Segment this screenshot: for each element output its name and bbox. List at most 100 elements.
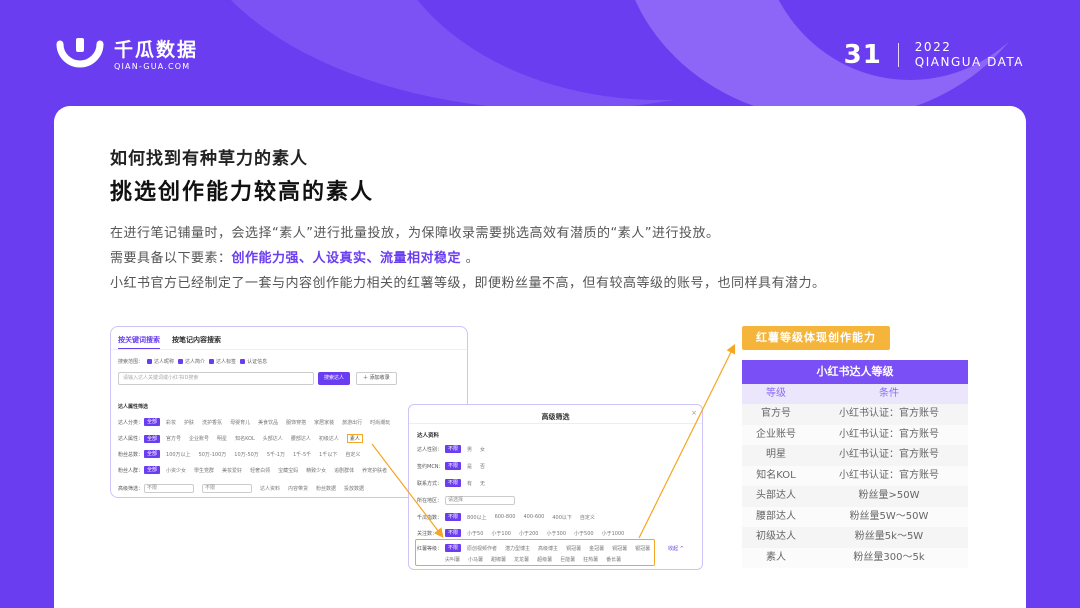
- filter-all-pill[interactable]: 全部: [144, 434, 161, 443]
- filter-option[interactable]: 巨能薯: [560, 556, 575, 563]
- filter-option[interactable]: 金冠薯: [589, 545, 604, 552]
- filter-option[interactable]: 600-800: [495, 514, 516, 520]
- filter-option[interactable]: 女: [480, 446, 485, 453]
- filter-option[interactable]: 10万-50万: [234, 451, 259, 458]
- filter-option[interactable]: 自定义: [345, 451, 360, 458]
- tab-note-search[interactable]: 按笔记内容搜索: [172, 335, 221, 349]
- filter-all-pill[interactable]: 不限: [445, 479, 462, 487]
- filter-option[interactable]: 彩妆: [166, 419, 176, 426]
- gender-filter-row: 达人性别： 不限 男 女: [417, 445, 493, 453]
- filter-all-pill[interactable]: 全部: [144, 466, 161, 474]
- select-dropdown[interactable]: 不限: [202, 484, 252, 493]
- follow-filter-row: 关注数： 不限 小于50 小于100 小于200 小于300 小于500 小于1…: [417, 529, 632, 537]
- filter-option[interactable]: 精致少女: [306, 467, 326, 474]
- filter-option[interactable]: 是: [467, 463, 472, 470]
- filter-option[interactable]: 轻奢白领: [250, 467, 270, 474]
- filter-label: 粉丝人群：: [118, 467, 144, 474]
- select-dropdown[interactable]: 不限: [144, 484, 194, 493]
- filter-option[interactable]: 洗护香氛: [202, 419, 222, 426]
- filter-option-suren-highlighted[interactable]: 素人: [346, 434, 363, 443]
- advanced-link[interactable]: 内容带货: [288, 485, 308, 492]
- filter-option[interactable]: 100万以上: [166, 451, 191, 458]
- filter-all-pill[interactable]: 不限: [445, 445, 462, 453]
- checkbox-icon[interactable]: [209, 359, 215, 364]
- filter-option[interactable]: 男: [467, 446, 472, 453]
- filter-option[interactable]: 1千以下: [319, 451, 337, 458]
- filter-option[interactable]: 小于500: [574, 530, 594, 537]
- filter-option[interactable]: 5千-1万: [267, 451, 285, 458]
- filter-option[interactable]: 高级博主: [538, 545, 558, 552]
- filter-all-pill[interactable]: 全部: [144, 418, 161, 426]
- filter-all-pill[interactable]: 不限: [445, 544, 462, 552]
- filter-option[interactable]: 家居家装: [314, 419, 334, 426]
- advanced-link[interactable]: 投放数据: [344, 485, 364, 492]
- filter-option[interactable]: 明星: [217, 435, 227, 442]
- search-input[interactable]: 请输入达人关键词或小红书ID搜索: [118, 372, 314, 385]
- filter-option[interactable]: 银冠薯: [635, 545, 650, 552]
- filter-option[interactable]: 养宠护肤者: [362, 467, 387, 474]
- filter-option[interactable]: 小于50: [467, 530, 483, 537]
- filter-option[interactable]: 狂热薯: [583, 556, 598, 563]
- tab-keyword-search[interactable]: 按关键词搜索: [118, 335, 160, 349]
- filter-label: 联系方式：: [417, 480, 443, 487]
- filter-option[interactable]: 超级薯: [537, 556, 552, 563]
- paragraph-2: 需要具备以下要素：创作能力强、人设真实、流量相对稳定 。: [110, 247, 479, 266]
- filter-option[interactable]: 龙龙薯: [514, 556, 529, 563]
- search-button[interactable]: 搜索达人: [318, 372, 351, 385]
- filter-option[interactable]: 护肤: [184, 419, 194, 426]
- filter-option[interactable]: 自定义: [580, 514, 595, 521]
- filter-option[interactable]: 800以上: [467, 514, 487, 521]
- filter-option[interactable]: 學生党群: [194, 467, 214, 474]
- filter-option[interactable]: 小于300: [546, 530, 566, 537]
- filter-option[interactable]: 小于200: [519, 530, 539, 537]
- filter-option[interactable]: 小于1000: [602, 530, 625, 537]
- filter-option[interactable]: 1千-5千: [293, 451, 311, 458]
- filter-option[interactable]: 初级达人: [319, 435, 339, 442]
- close-icon[interactable]: ×: [691, 409, 697, 417]
- region-select[interactable]: 请选择: [445, 496, 515, 505]
- checkbox-icon[interactable]: [147, 359, 153, 364]
- filter-option[interactable]: 官方号: [166, 435, 181, 442]
- filter-option[interactable]: 美妆爱好: [222, 467, 242, 474]
- filter-option[interactable]: 铜冠薯: [566, 545, 581, 552]
- filter-option[interactable]: 50万-100万: [199, 451, 227, 458]
- filter-option[interactable]: 400以下: [552, 514, 572, 521]
- advanced-link[interactable]: 粉丝数据: [316, 485, 336, 492]
- advanced-link[interactable]: 达人资料: [260, 485, 280, 492]
- filter-option[interactable]: 铜冠薯: [612, 545, 627, 552]
- filter-option[interactable]: 甜椒薯: [491, 556, 506, 563]
- filter-option[interactable]: 追剧群体: [334, 467, 354, 474]
- filter-option[interactable]: 母婴育儿: [230, 419, 250, 426]
- cell-condition: 小红书认证：官方账号: [839, 428, 939, 440]
- filter-option[interactable]: 小马薯: [468, 556, 483, 563]
- filter-option[interactable]: 头部达人: [263, 435, 283, 442]
- filter-option[interactable]: 服饰穿搭: [286, 419, 306, 426]
- filter-option[interactable]: 企业账号: [189, 435, 209, 442]
- filter-option[interactable]: 宝藏宝妈: [278, 467, 298, 474]
- filter-option[interactable]: 美食饮品: [258, 419, 278, 426]
- filter-all-pill[interactable]: 全部: [144, 450, 161, 458]
- checkbox-icon[interactable]: [178, 359, 184, 364]
- filter-all-pill[interactable]: 不限: [445, 462, 462, 470]
- filter-option[interactable]: 原创视频作者: [467, 545, 497, 552]
- filter-option[interactable]: 尖叫薯: [445, 556, 460, 563]
- filter-option[interactable]: 无: [480, 480, 485, 487]
- filter-option[interactable]: 小资少女: [166, 467, 186, 474]
- add-button[interactable]: ＋ 添加收录: [356, 372, 397, 385]
- filter-option[interactable]: 知名KOL: [235, 435, 255, 442]
- filter-option[interactable]: 否: [480, 463, 485, 470]
- filter-option[interactable]: 潜力型博主: [505, 545, 530, 552]
- scope-option: 达人简介: [185, 359, 206, 365]
- filter-all-pill[interactable]: 不限: [445, 513, 462, 521]
- filter-option[interactable]: 有: [467, 480, 472, 487]
- checkbox-icon[interactable]: [240, 359, 246, 364]
- filter-option[interactable]: 旅游出行: [342, 419, 362, 426]
- filter-option[interactable]: 番长薯: [606, 556, 621, 563]
- cell-level: 企业账号: [756, 428, 796, 440]
- collapse-link[interactable]: 收起 ^: [668, 545, 684, 552]
- filter-option[interactable]: 小于100: [491, 530, 511, 537]
- filter-all-pill[interactable]: 不限: [445, 529, 462, 537]
- filter-option[interactable]: 时尚潮玩: [370, 419, 390, 426]
- filter-option[interactable]: 腰部达人: [291, 435, 311, 442]
- filter-option[interactable]: 400-600: [523, 514, 544, 520]
